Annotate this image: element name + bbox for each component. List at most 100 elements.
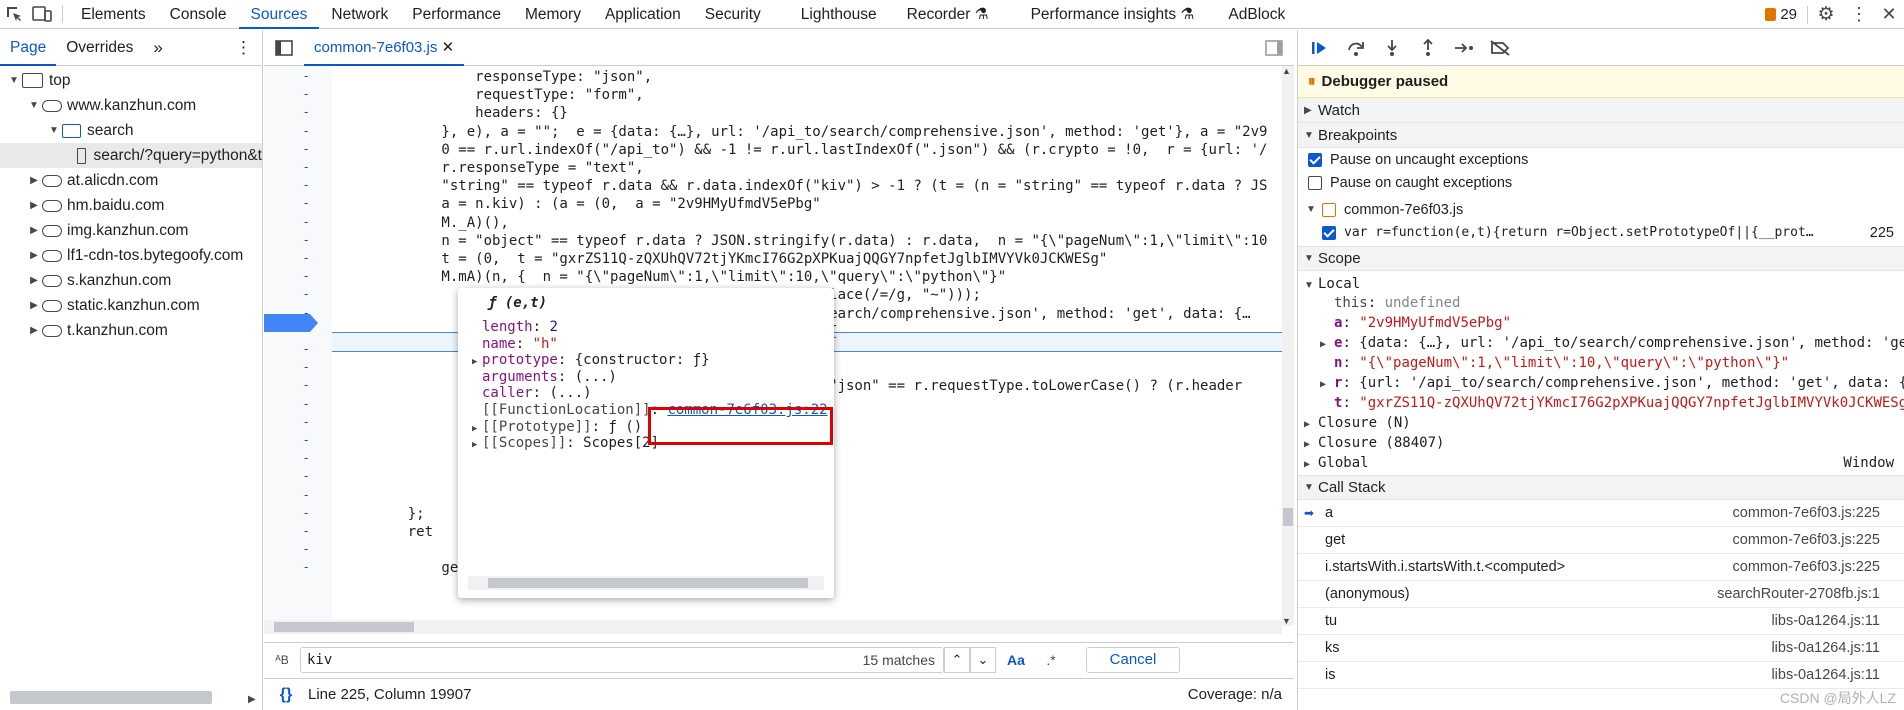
pause-uncaught-checkbox[interactable] [1308,152,1322,167]
pause-caught-checkbox[interactable] [1308,175,1322,190]
code-line[interactable]: requestType: "form", [374,86,644,104]
scrollbar-thumb[interactable] [274,622,414,632]
code-line[interactable]: responseType: "json", [374,68,652,86]
line-gutter[interactable]: ---------------------------- [264,66,332,626]
regex-button[interactable]: .* [1036,652,1066,668]
tree-twisty-icon[interactable]: ▶ [28,175,40,186]
call-frame[interactable]: ks libs-0a1264.js:11 [1298,635,1904,662]
horizontal-scrollbar[interactable] [264,620,1282,634]
gear-icon[interactable]: ⚙ [1808,0,1844,29]
watch-section[interactable]: ▶ Watch [1298,98,1904,123]
scope-variable[interactable]: t: "gxrZS11Q-zQXUhQV72tjYKmcI76G2pXPKuaj… [1298,393,1904,413]
scrollbar-thumb[interactable] [488,578,808,588]
code-line[interactable]: 0 == r.url.indexOf("/api_to") && -1 != r… [374,141,1267,159]
find-next-button[interactable]: ⌄ [970,646,996,673]
scroll-right-icon[interactable]: ▶ [248,694,256,705]
code-line[interactable]: a = n.kiv) : (a = (0, a = "2v9HMyUfmdV5e… [374,195,820,213]
tree-twisty-icon[interactable]: ▼ [8,75,20,86]
popover-property[interactable]: ▶ [[Prototype]]: ƒ () [472,418,642,436]
call-frame-location[interactable]: common-7e6f03.js:225 [1733,532,1881,548]
more-menu-icon[interactable]: ⋮ [1844,0,1874,29]
tab-page[interactable]: Page [0,30,57,66]
popover-property[interactable]: name: "h" [472,335,558,353]
tree-twisty-icon[interactable]: ▶ [28,250,40,261]
find-cancel-button[interactable]: Cancel [1086,646,1180,673]
breakpoint-entry[interactable]: var r=function(e,t){return r=Object.setP… [1298,221,1904,244]
code-line[interactable]: M._A)(), [374,214,508,232]
step-over-icon[interactable] [1342,34,1370,62]
horizontal-scrollbar[interactable] [10,691,212,704]
tree-item[interactable]: ▶ t.kanzhun.com [0,318,262,343]
vertical-scrollbar[interactable]: ▲ ▼ [1282,66,1294,626]
issues-counter[interactable]: 29 [1755,6,1807,23]
scope-variable[interactable]: this: undefined [1298,293,1904,313]
toggle-debugger-icon[interactable] [1254,30,1294,66]
close-icon[interactable]: ✕ [1874,0,1904,29]
pause-uncaught-row[interactable]: Pause on uncaught exceptions [1298,148,1904,171]
breakpoint-checkbox[interactable] [1322,225,1336,240]
scope-variable[interactable]: a: "2v9HMyUfmdV5ePbg" [1298,313,1904,333]
tab-network[interactable]: Network [319,0,400,29]
resume-icon[interactable] [1306,34,1334,62]
tab-adblock[interactable]: AdBlock [1216,0,1297,29]
navigator-menu-icon[interactable]: ⋮ [225,30,262,66]
call-frame[interactable]: (anonymous) searchRouter-2708fb.js:1 [1298,581,1904,608]
call-frame[interactable]: get common-7e6f03.js:225 [1298,527,1904,554]
tree-item[interactable]: search/?query=python&t [0,143,262,168]
find-input[interactable]: kiv 15 matches [300,646,944,673]
step-into-icon[interactable] [1378,34,1406,62]
scrollbar-thumb[interactable] [1283,508,1293,526]
call-frame[interactable]: tu libs-0a1264.js:11 [1298,608,1904,635]
scope-section[interactable]: ▼ Scope [1298,246,1904,271]
call-frame-location[interactable]: common-7e6f03.js:225 [1733,505,1881,521]
tree-twisty-icon[interactable]: ▶ [28,300,40,311]
tab-security[interactable]: Security [693,0,773,29]
call-frame-location[interactable]: libs-0a1264.js:11 [1771,667,1880,683]
inspect-element-icon[interactable] [0,0,28,29]
tab-elements[interactable]: Elements [69,0,158,29]
toggle-navigator-icon[interactable] [264,30,304,66]
call-frame[interactable]: i.startsWith.i.startsWith.t.<computed> co… [1298,554,1904,581]
close-tab-icon[interactable]: ✕ [442,39,455,56]
tree-item[interactable]: ▶ hm.baidu.com [0,193,262,218]
tab-lighthouse[interactable]: Lighthouse [789,0,889,29]
tab-overrides[interactable]: Overrides [56,30,143,66]
replace-toggle-icon[interactable]: ᴬB [264,653,300,667]
call-frame-location[interactable]: libs-0a1264.js:11 [1771,640,1880,656]
call-frame[interactable]: ➡ a common-7e6f03.js:225 [1298,500,1904,527]
scope-variable[interactable]: ▶ r: {url: '/api_to/search/comprehensive.… [1298,373,1904,393]
popover-property[interactable]: length: 2 [472,318,558,336]
tree-twisty-icon[interactable]: ▼ [48,125,60,136]
call-frame[interactable]: is libs-0a1264.js:11 [1298,662,1904,689]
tree-item[interactable]: ▶ lf1-cdn-tos.bytegoofy.com [0,243,262,268]
local-scope[interactable]: ▼ Local [1298,273,1904,293]
tab-recorder[interactable]: Recorder ⚗ [895,0,1001,29]
device-toolbar-icon[interactable] [28,0,56,29]
pause-caught-row[interactable]: Pause on caught exceptions [1298,171,1904,194]
code-line[interactable]: "string" == typeof r.data && r.data.inde… [374,177,1267,195]
tree-item[interactable]: ▼ top [0,68,262,93]
breakpoint-marker[interactable] [264,314,318,332]
call-frame-location[interactable]: common-7e6f03.js:225 [1733,559,1881,575]
code-line[interactable]: t = (0, t = "gxrZS11Q-zQXUhQV72tjYKmcI76… [374,250,1107,268]
tab-application[interactable]: Application [593,0,693,29]
closure-scope[interactable]: ▶ Closure (N) [1298,413,1904,433]
tab-sources[interactable]: Sources [238,0,320,29]
expand-caret-icon[interactable]: ▶ [472,436,482,454]
tree-item[interactable]: ▼ search [0,118,262,143]
code-line[interactable]: headers: {} [374,104,568,122]
popover-property[interactable]: arguments: (...) [472,368,617,386]
scope-variable[interactable]: n: "{\"pageNum\":1,\"limit\":10,\"query\… [1298,353,1904,373]
tree-item[interactable]: ▶ img.kanzhun.com [0,218,262,243]
step-icon[interactable] [1450,34,1478,62]
popover-property[interactable]: caller: (...) [472,384,592,402]
tree-item[interactable]: ▶ s.kanzhun.com [0,268,262,293]
code-line[interactable]: M.mA)(n, { n = "{\"pageNum\":1,\"limit\"… [374,268,1006,286]
file-tab[interactable]: common-7e6f03.js ✕ [304,30,465,66]
tab-performance[interactable]: Performance [400,0,513,29]
tree-twisty-icon[interactable]: ▼ [28,100,40,111]
deactivate-breakpoints-icon[interactable] [1486,34,1514,62]
match-case-button[interactable]: Aa [996,652,1036,668]
pretty-print-icon[interactable]: {} [264,686,308,704]
tree-twisty-icon[interactable]: ▶ [28,225,40,236]
